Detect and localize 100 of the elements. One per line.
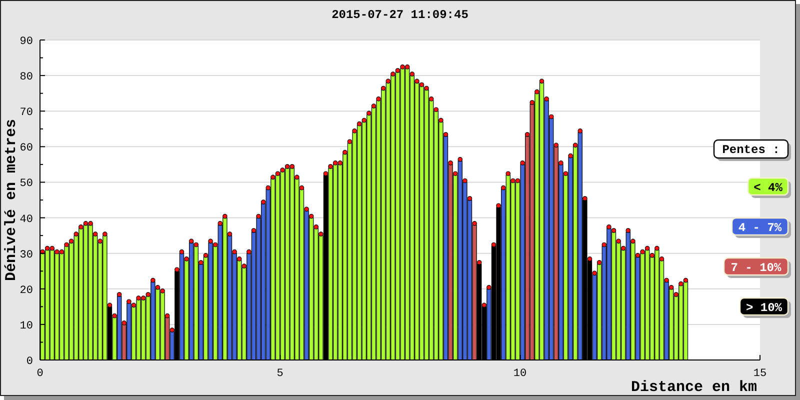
data-point: [602, 242, 607, 248]
data-point: [664, 278, 669, 283]
legend-title: Pentes :: [713, 139, 789, 159]
data-point: [428, 96, 434, 102]
data-point: [500, 185, 506, 190]
data-point: [318, 232, 324, 236]
data-point: [256, 214, 261, 219]
data-point: [323, 171, 328, 176]
data-point: [260, 200, 266, 204]
tick-label: 60: [20, 142, 33, 155]
tick-label: 10: [513, 368, 527, 380]
data-point: [530, 100, 535, 105]
data-point: [491, 242, 496, 248]
data-point: [150, 278, 156, 283]
data-point: [467, 196, 472, 201]
tick-label: 40: [20, 214, 33, 226]
data-point: [184, 256, 189, 262]
data-point: [592, 270, 597, 276]
data-point: [218, 220, 223, 226]
data-point: [299, 185, 304, 190]
data-point: [659, 256, 664, 262]
data-point: [170, 328, 175, 332]
data-point: [448, 160, 453, 166]
data-point: [563, 171, 568, 176]
data-point: [380, 86, 386, 91]
data-point: [198, 260, 204, 265]
data-point: [352, 128, 357, 134]
data-point: [596, 260, 602, 265]
data-point: [122, 320, 127, 326]
data-point: [626, 228, 631, 233]
data-point: [314, 224, 319, 230]
legend-label: < 4%: [754, 181, 782, 195]
data-point: [227, 232, 232, 236]
tick-label: 15: [753, 368, 767, 380]
data-point: [251, 228, 256, 233]
data-point: [102, 232, 108, 236]
data-point: [116, 292, 122, 297]
data-point: [410, 72, 415, 76]
data-point: [620, 246, 626, 251]
data-point: [558, 160, 564, 166]
data-point: [294, 174, 300, 180]
data-point: [112, 313, 117, 318]
data-point: [548, 114, 554, 120]
tick-label: 90: [20, 36, 33, 48]
data-point: [534, 89, 540, 94]
data-point: [376, 96, 381, 102]
legend-label: 4 - 7%: [738, 221, 782, 235]
chart-title: 2015-07-27 11:09:45: [332, 8, 468, 22]
data-point: [236, 256, 242, 262]
data-point: [568, 153, 573, 158]
data-point: [342, 150, 348, 155]
data-point: [476, 260, 482, 265]
data-point: [582, 196, 588, 201]
data-point: [222, 214, 228, 219]
data-point: [246, 249, 252, 254]
data-point: [164, 313, 170, 318]
x-axis-label: Distance en km: [630, 379, 757, 396]
legend-label: 7 - 10%: [730, 261, 782, 275]
data-point: [486, 285, 492, 290]
data-point: [366, 110, 372, 116]
data-point: [434, 107, 439, 112]
data-point: [572, 142, 578, 148]
data-point: [452, 171, 458, 176]
tick-label: 0: [36, 368, 44, 380]
tick-label: 50: [20, 178, 33, 190]
data-point: [630, 238, 636, 244]
tick-label: 10: [20, 320, 33, 332]
tick-label: 20: [20, 284, 33, 297]
data-point: [472, 220, 477, 226]
data-point: [438, 118, 444, 123]
data-point: [616, 238, 621, 244]
data-point: [520, 160, 525, 166]
data-point: [496, 203, 501, 208]
legend-label: > 10%: [746, 301, 782, 315]
data-point: [107, 302, 112, 308]
tick-label: 30: [20, 249, 33, 262]
y-axis-label: Dénivelé en metres: [3, 118, 20, 282]
data-point: [98, 238, 103, 244]
data-point: [347, 139, 352, 144]
data-point: [587, 256, 592, 262]
data-point: [232, 249, 237, 254]
data-point: [458, 156, 463, 162]
data-point: [650, 252, 655, 258]
data-point: [554, 142, 559, 148]
tick-label: 0: [26, 356, 33, 368]
tick-label: 80: [20, 72, 33, 84]
data-point: [674, 292, 679, 297]
tick-label: 5: [276, 368, 284, 380]
data-point: [524, 132, 530, 137]
data-point: [668, 285, 674, 290]
data-point: [544, 96, 549, 102]
data-point: [308, 214, 314, 219]
data-point: [654, 246, 660, 251]
data-point: [304, 206, 309, 212]
data-point: [74, 232, 79, 236]
data-point: [578, 128, 583, 134]
data-point: [506, 171, 511, 176]
data-point: [462, 178, 468, 184]
data-point: [386, 78, 391, 84]
data-point: [242, 264, 247, 268]
